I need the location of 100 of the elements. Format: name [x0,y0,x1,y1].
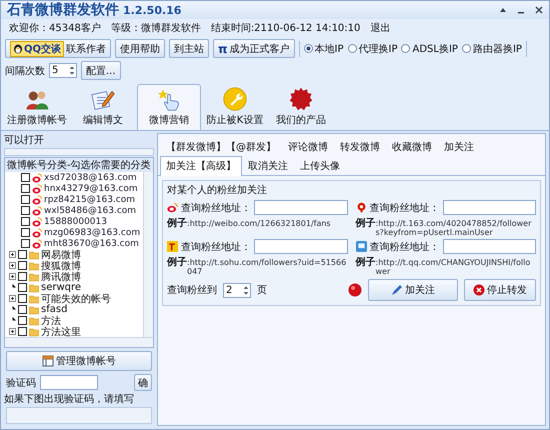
account-label[interactable]: rpz84215@163.com [44,194,136,204]
tab[interactable]: 上传头像 [294,156,346,175]
query-field[interactable] [254,239,348,254]
checkbox[interactable] [21,228,30,237]
group-title: 对某个人的粉丝加关注 [167,184,268,197]
stop-icon [473,284,485,296]
checkbox[interactable] [18,283,27,292]
radio-label[interactable]: 本地IP [314,42,344,56]
tab[interactable]: 收藏微博 [386,137,438,156]
ribbon-label[interactable]: 微博营销 [149,113,189,127]
ribbon-tab[interactable]: 防止被K设置 [203,84,267,130]
expand-icon[interactable] [9,328,16,335]
example-label: 例子 [356,256,376,269]
pages-unit: 页 [257,284,267,297]
follow-button[interactable]: 加关注 [368,279,458,301]
checkbox[interactable] [21,217,30,226]
vertical-scrollbar[interactable] [143,172,153,337]
account-label[interactable]: 15888000013 [44,216,107,226]
welcome-text: 欢迎你：45348客户 [9,22,101,35]
interval-label: 间隔次数 [5,64,45,78]
tab[interactable]: 评论微博 [282,137,334,156]
tab[interactable]: 加关注【高级】 [160,156,242,176]
category-label[interactable]: 搜狐微博 [41,258,81,272]
ribbon-tab[interactable]: 注册微博帐号 [5,84,69,130]
radio-label[interactable]: 代理换IP [358,42,398,56]
tab[interactable]: 取消关注 [242,156,294,175]
version-label: 1.2.50.16 [123,4,182,16]
stop-button[interactable]: 停止转发 [464,279,536,301]
radio-button[interactable] [462,44,471,53]
ribbon-tab[interactable]: 微博营销 [137,84,201,130]
checkbox[interactable] [21,206,30,215]
horizontal-scrollbar[interactable] [5,337,153,347]
checkbox[interactable] [21,184,30,193]
expand-icon[interactable] [9,273,16,280]
eye-logo-icon [32,172,42,182]
ribbon-tab[interactable]: 我们的产品 [269,84,333,130]
checkbox[interactable] [18,294,27,303]
logout-link[interactable]: 退出 [370,21,390,35]
category-label[interactable]: sfasd [41,304,68,315]
query-field[interactable] [442,200,536,215]
checkbox[interactable] [18,272,27,281]
radio-label[interactable]: ADSL换IP [412,42,458,56]
ribbon-label[interactable]: 防止被K设置 [206,113,264,127]
contact-author-button[interactable]: QQ交谈 联系作者 [5,39,112,58]
category-label[interactable]: 可能失效的帐号 [41,292,111,306]
account-label[interactable]: wxl58486@163.com [44,206,136,216]
radio-button[interactable] [304,44,313,53]
query-field[interactable] [442,239,536,254]
ribbon-label[interactable]: 注册微博帐号 [7,113,67,127]
radio-button[interactable] [348,44,356,53]
ribbon-tab[interactable]: 编辑博文 [71,84,135,130]
ribbon-label[interactable]: 我们的产品 [276,113,326,127]
expand-icon[interactable] [9,251,16,258]
checkbox[interactable] [18,261,27,270]
account-label[interactable]: hnx43279@163.com [44,184,138,194]
radio-button[interactable] [401,44,410,53]
wrench-icon [223,87,247,111]
config-button[interactable]: 配置... [81,61,121,80]
query-field[interactable] [254,200,348,215]
number-spinner[interactable]: 2 [223,282,251,298]
eye-logo-icon [32,206,42,216]
square-logo-icon [167,241,178,252]
tab[interactable]: 【群发微博】【@群发】 [160,137,282,156]
status-text: 可以打开 [4,134,45,147]
checkbox[interactable] [18,305,27,314]
eye-logo-icon [32,184,42,194]
account-label[interactable]: mzg06983@163.com [44,228,140,238]
app-title: 石青微博群发软件 [7,1,119,19]
expand-icon[interactable] [9,295,16,302]
checkbox[interactable] [18,327,27,336]
checkbox[interactable] [21,195,30,204]
category-label[interactable]: 方法 [41,314,61,328]
round-logo-icon [356,202,366,213]
table-icon [42,355,54,367]
account-label[interactable]: mht83670@163.com [44,238,139,248]
category-label[interactable]: 方法这里 [41,324,81,337]
tab[interactable]: 加关注 [438,137,480,156]
manage-accounts-button[interactable]: 管理微博帐号 [6,351,152,371]
checkbox[interactable] [18,316,27,325]
eye-logo-icon [32,238,42,248]
tab[interactable]: 转发微博 [334,137,386,156]
collapse-icon[interactable] [499,6,507,14]
toolbar-button[interactable]: 到主站 [169,39,210,58]
category-label[interactable]: serwqre [41,282,82,293]
radio-label[interactable]: 路由器换IP [472,42,522,56]
category-label[interactable]: 网易微博 [41,248,81,262]
checkbox[interactable] [21,239,30,248]
toolbar-button[interactable]: 使用帮助 [115,39,166,58]
account-label[interactable]: xsd72038@163.com [44,172,137,182]
ribbon-label[interactable]: 编辑博文 [83,113,123,127]
confirm-button[interactable]: 确 [134,374,152,391]
checkbox[interactable] [21,173,30,182]
captcha-field[interactable] [40,375,98,390]
checkbox[interactable] [18,250,27,259]
close-icon[interactable] [535,6,543,14]
number-spinner[interactable]: 5 [49,63,77,78]
become-customer-button[interactable]: π 成为正式客户 [213,39,295,58]
new-badge-icon [289,87,313,111]
category-label[interactable]: 腾讯微博 [41,270,81,284]
expand-icon[interactable] [9,262,16,269]
